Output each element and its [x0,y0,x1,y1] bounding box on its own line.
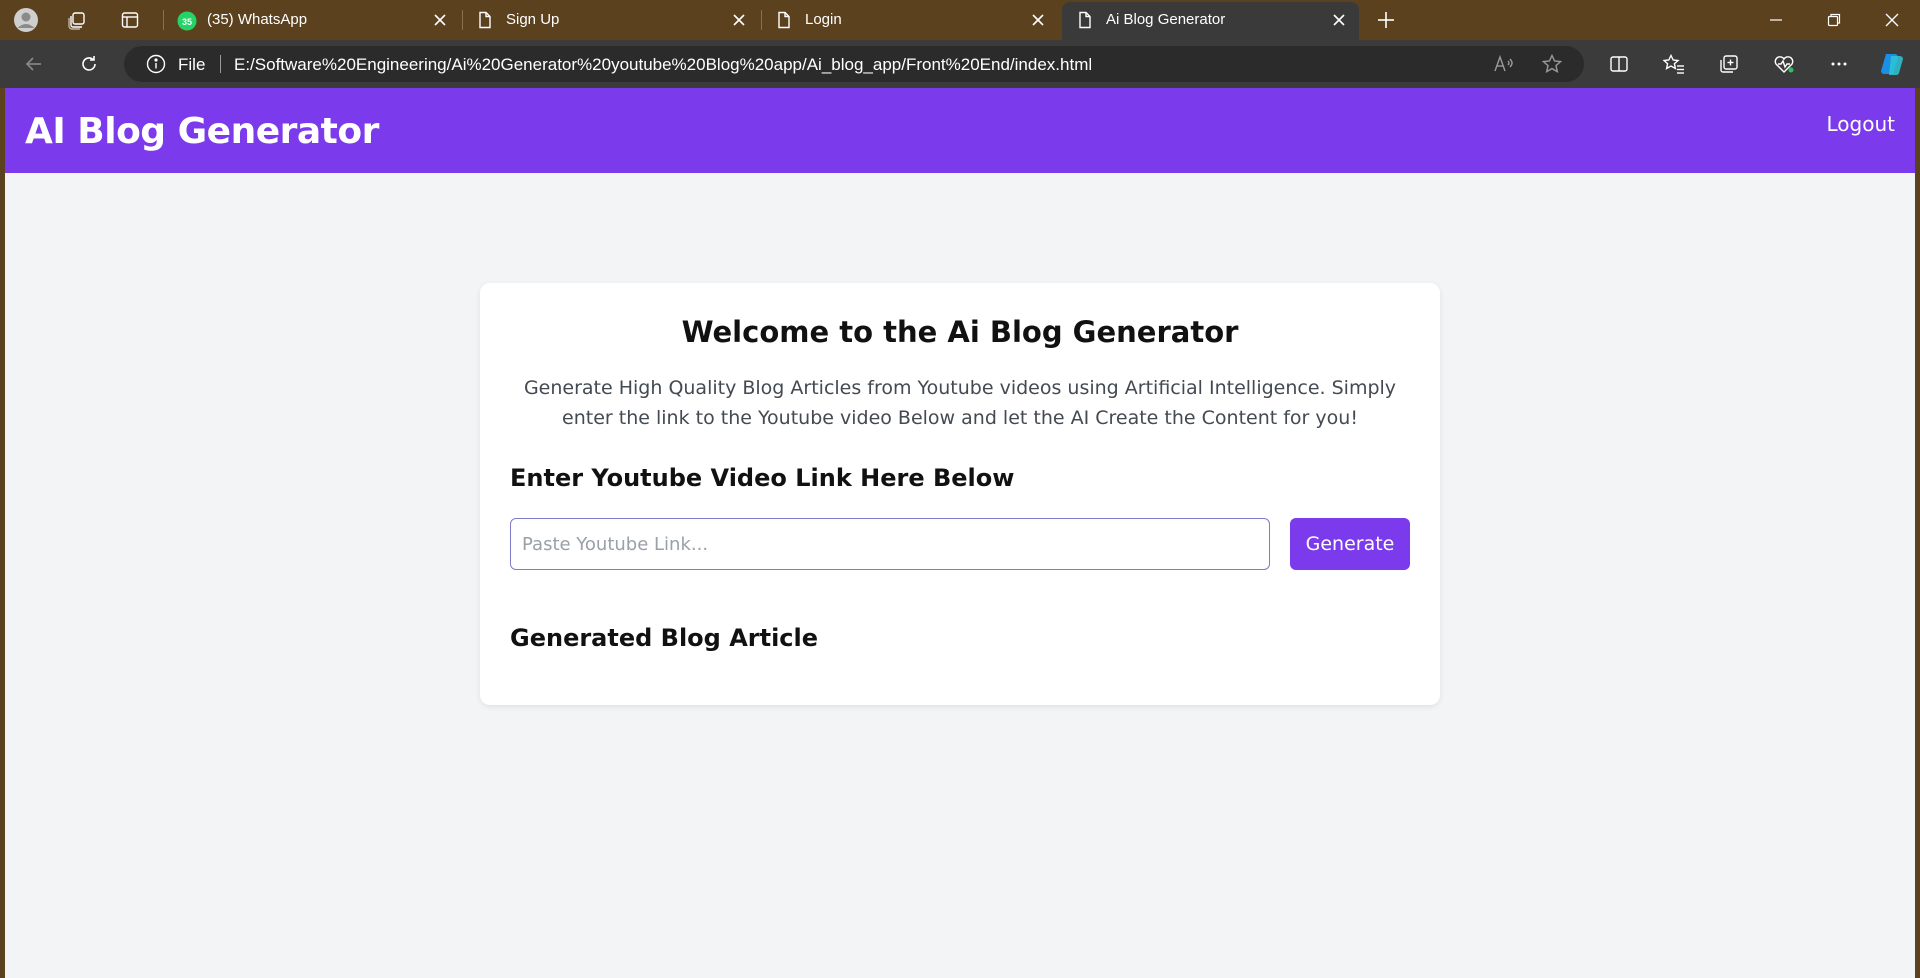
page-viewport: AI Blog Generator Logout Welcome to the … [5,88,1915,978]
profile-avatar-icon[interactable] [12,6,40,34]
collections-icon[interactable] [1715,50,1743,78]
youtube-link-heading: Enter Youtube Video Link Here Below [510,464,1015,492]
logout-link[interactable]: Logout [1827,112,1895,136]
tab-ai-blog-generator[interactable]: Ai Blog Generator [1062,2,1359,40]
tab-separator [163,10,164,30]
tab-title: Sign Up [506,11,560,28]
workspaces-icon[interactable] [63,6,91,34]
generated-article-heading: Generated Blog Article [510,624,819,652]
tab-actions-icon[interactable] [116,6,144,34]
youtube-link-input[interactable] [510,518,1270,570]
back-arrow-icon[interactable] [20,50,48,78]
refresh-icon[interactable] [75,50,103,78]
whatsapp-icon: 35 [177,11,197,31]
scheme-label: File [178,55,206,74]
info-icon[interactable] [146,54,166,74]
restore-icon[interactable] [1820,6,1848,34]
tab-title: (35) WhatsApp [207,11,308,28]
url-text[interactable]: E:/Software%20Engineering/Ai%20Generator… [234,55,1092,75]
close-tab-icon[interactable] [1329,10,1349,30]
welcome-description: Generate High Quality Blog Articles from… [523,377,1397,429]
close-tab-icon[interactable] [1028,10,1048,30]
tab-separator [761,10,762,30]
tab-login[interactable]: Login [761,0,1058,40]
favorite-star-icon[interactable] [1538,50,1566,78]
whatsapp-badge: 35 [182,17,192,27]
close-tab-icon[interactable] [729,10,749,30]
close-window-icon[interactable] [1878,6,1906,34]
favorites-icon[interactable] [1660,50,1688,78]
generate-button[interactable]: Generate [1290,518,1410,570]
browser-toolbar: File E:/Software%20Engineering/Ai%20Gene… [0,40,1920,88]
address-separator [220,55,221,73]
document-icon [476,11,494,29]
document-icon [1076,11,1094,29]
app-header: AI Blog Generator Logout [5,88,1915,173]
more-options-icon[interactable] [1825,50,1853,78]
read-aloud-icon[interactable] [1490,50,1518,78]
app-title[interactable]: AI Blog Generator [25,111,379,152]
tab-whatsapp[interactable]: 35 (35) WhatsApp [163,0,460,40]
window-frame-right [1915,88,1920,978]
address-bar[interactable]: File E:/Software%20Engineering/Ai%20Gene… [124,46,1584,82]
tab-title: Ai Blog Generator [1106,11,1226,28]
tab-title: Login [805,11,842,28]
new-tab-icon[interactable] [1372,6,1400,34]
browser-tab-strip: 35 (35) WhatsApp Sign Up Login Ai Blog G… [0,0,1920,40]
browser-essentials-icon[interactable] [1770,50,1798,78]
welcome-title: Welcome to the Ai Blog Generator [681,315,1239,349]
close-tab-icon[interactable] [430,10,450,30]
split-screen-icon[interactable] [1605,50,1633,78]
copilot-icon[interactable] [1878,50,1906,78]
minimize-icon[interactable] [1762,6,1790,34]
document-icon [775,11,793,29]
tab-separator [462,10,463,30]
tab-sign-up[interactable]: Sign Up [462,0,759,40]
generator-card: Welcome to the Ai Blog Generator Generat… [480,283,1440,705]
